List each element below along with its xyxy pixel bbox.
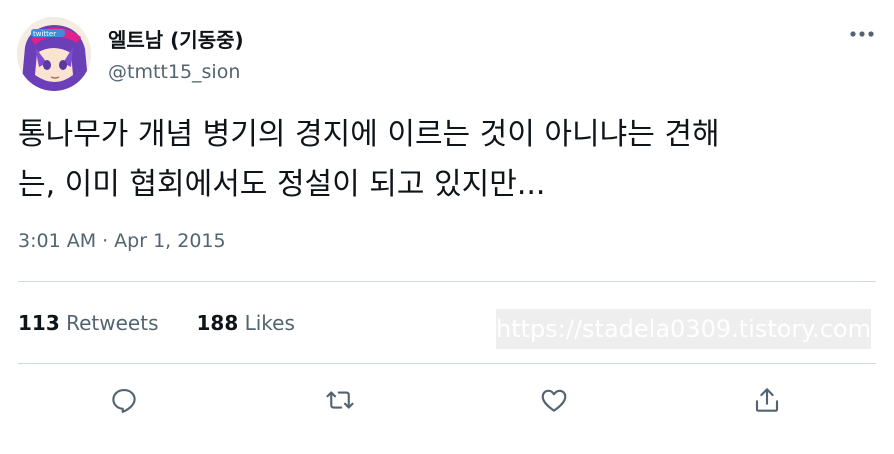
retweet-button[interactable] xyxy=(320,380,360,420)
likes-count: 188 xyxy=(196,311,239,335)
more-options-button[interactable] xyxy=(842,18,882,50)
share-icon xyxy=(755,388,779,412)
divider xyxy=(18,281,876,282)
retweets-count: 113 xyxy=(18,311,60,335)
reply-icon xyxy=(112,388,136,413)
like-button[interactable] xyxy=(534,380,574,420)
share-button[interactable] xyxy=(747,380,787,420)
tweet-time: 3:01 AM xyxy=(18,230,97,252)
likes-stat[interactable]: 188 Likes xyxy=(196,311,294,335)
tweet-timestamp[interactable]: 3:01 AM · Apr 1, 2015 xyxy=(18,230,226,252)
retweets-label: Retweets xyxy=(66,311,159,335)
more-horizontal-icon xyxy=(850,31,874,37)
avatar[interactable]: twitter xyxy=(17,17,91,91)
heart-icon xyxy=(541,389,567,412)
avatar-badge-text: twitter xyxy=(33,30,56,38)
tweet-text: 통나무가 개념 병기의 경지에 이르는 것이 아니냐는 견해 는, 이미 협회에… xyxy=(18,110,880,210)
divider xyxy=(18,363,876,364)
anime-character-avatar-icon: twitter xyxy=(17,17,91,91)
engagement-stats: 113 Retweets 188 Likes xyxy=(18,311,295,335)
tweet-card: twitter 엘트남 (기동중) @tmtt15_sion 통나무가 개념 병… xyxy=(0,0,894,454)
reply-button[interactable] xyxy=(104,380,144,420)
tweet-date: Apr 1, 2015 xyxy=(114,230,226,252)
tweet-text-line: 는, 이미 협회에서도 정설이 되고 있지만... xyxy=(18,167,546,202)
meta-separator: · xyxy=(102,230,109,252)
likes-label: Likes xyxy=(244,311,295,335)
author-name[interactable]: 엘트남 (기동중) xyxy=(108,24,244,53)
retweet-icon xyxy=(326,391,354,409)
tweet-text-line: 통나무가 개념 병기의 경지에 이르는 것이 아니냐는 견해 xyxy=(18,117,720,152)
watermark: https://stadela0309.tistory.com xyxy=(496,309,871,349)
author-handle[interactable]: @tmtt15_sion xyxy=(108,61,240,83)
retweets-stat[interactable]: 113 Retweets xyxy=(18,311,158,335)
